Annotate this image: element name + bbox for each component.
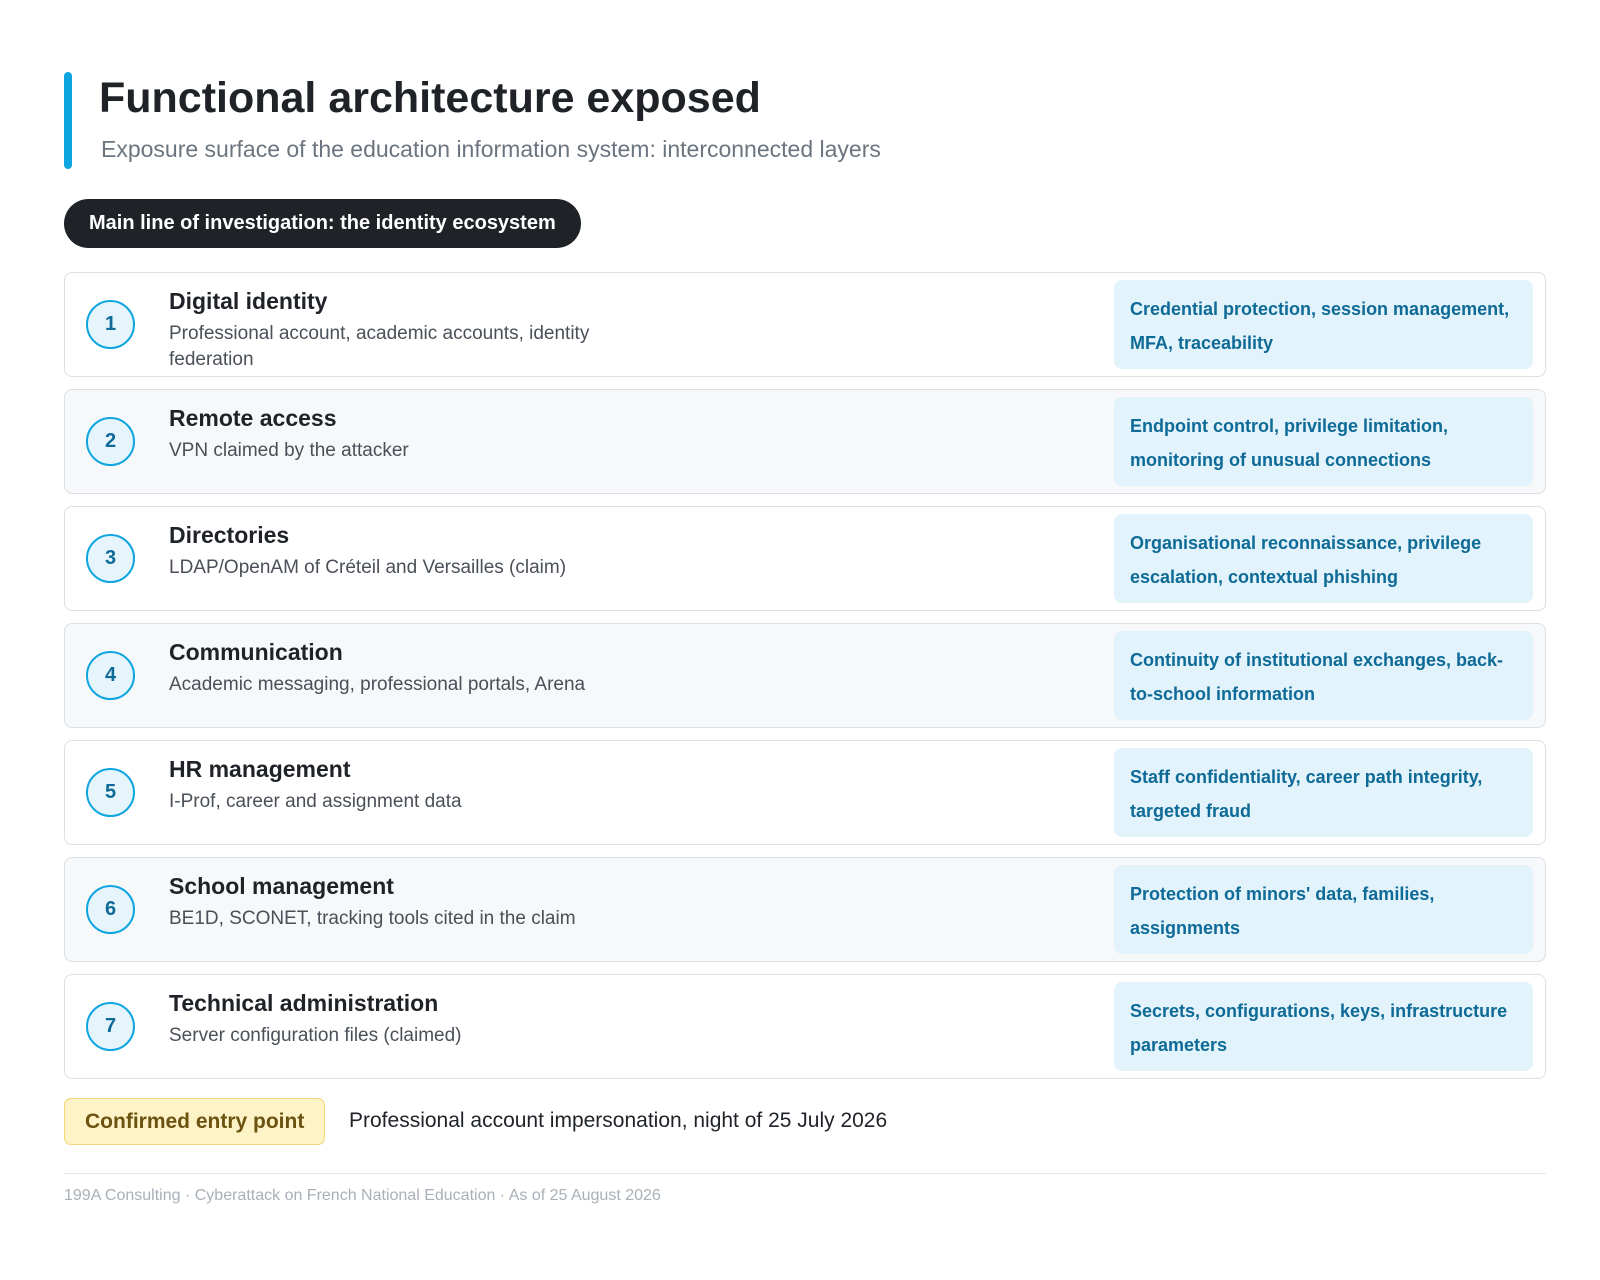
layer-row-digital-identity: 1 Digital identity Professional account,…: [64, 272, 1546, 377]
layer-row-communication: 4 Communication Academic messaging, prof…: [64, 623, 1546, 728]
layer-row-school-management: 6 School management BE1D, SCONET, tracki…: [64, 857, 1546, 962]
page-title: Functional architecture exposed: [99, 74, 761, 122]
slide: Functional architecture exposed Exposure…: [0, 0, 1600, 1280]
layer-row-remote-access: 2 Remote access VPN claimed by the attac…: [64, 389, 1546, 494]
title-block: Functional architecture exposed Exposure…: [64, 72, 1164, 169]
layer-number-badge: 6: [86, 885, 135, 934]
entry-point-badge: Confirmed entry point: [64, 1098, 326, 1145]
layer-number-badge: 5: [86, 768, 135, 817]
layer-title: HR management: [169, 756, 351, 782]
layer-description: VPN claimed by the attacker: [169, 440, 409, 461]
section-label: Main line of investigation: the identity…: [64, 199, 581, 248]
layer-title: Digital identity: [169, 288, 328, 314]
layer-number-badge: 4: [86, 651, 135, 700]
layer-list: 1 Digital identity Professional account,…: [64, 272, 1546, 1091]
layer-description: LDAP/OpenAM of Créteil and Versailles (c…: [169, 557, 567, 578]
layer-issues: Credential protection, session managemen…: [1114, 280, 1533, 369]
layer-number-badge: 3: [86, 534, 135, 583]
layer-title: Technical administration: [169, 990, 439, 1016]
layer-title: Directories: [169, 522, 290, 548]
layer-title: Communication: [169, 639, 343, 665]
layer-number-badge: 1: [86, 300, 135, 349]
layer-number-badge: 2: [86, 417, 135, 466]
page-subtitle: Exposure surface of the education inform…: [101, 136, 881, 162]
layer-title: School management: [169, 873, 394, 899]
layer-number-badge: 7: [86, 1002, 135, 1051]
layer-issues: Endpoint control, privilege limitation, …: [1114, 397, 1533, 486]
layer-description: Server configuration files (claimed): [169, 1025, 462, 1046]
layer-issues: Organisational reconnaissance, privilege…: [1114, 514, 1533, 603]
layer-row-technical-administration: 7 Technical administration Server config…: [64, 974, 1546, 1079]
layer-issues: Staff confidentiality, career path integ…: [1114, 748, 1533, 837]
layer-row-hr-management: 5 HR management I-Prof, career and assig…: [64, 740, 1546, 845]
layer-description: BE1D, SCONET, tracking tools cited in th…: [169, 908, 576, 929]
layer-description: Professional account, academic accounts,…: [169, 323, 590, 370]
layer-description: Academic messaging, professional portals…: [169, 674, 586, 695]
footer-text: 199A Consulting · Cyberattack on French …: [64, 1187, 661, 1204]
layer-issues: Protection of minors' data, families, as…: [1114, 865, 1533, 954]
entry-point-text: Professional account impersonation, nigh…: [349, 1109, 888, 1132]
layer-issues: Continuity of institutional exchanges, b…: [1114, 631, 1533, 720]
layer-title: Remote access: [169, 405, 337, 431]
footer-divider: [64, 1173, 1546, 1174]
title-accent-bar: [64, 72, 72, 169]
layer-row-directories: 3 Directories LDAP/OpenAM of Créteil and…: [64, 506, 1546, 611]
layer-description: I-Prof, career and assignment data: [169, 791, 462, 812]
layer-issues: Secrets, configurations, keys, infrastru…: [1114, 982, 1533, 1071]
